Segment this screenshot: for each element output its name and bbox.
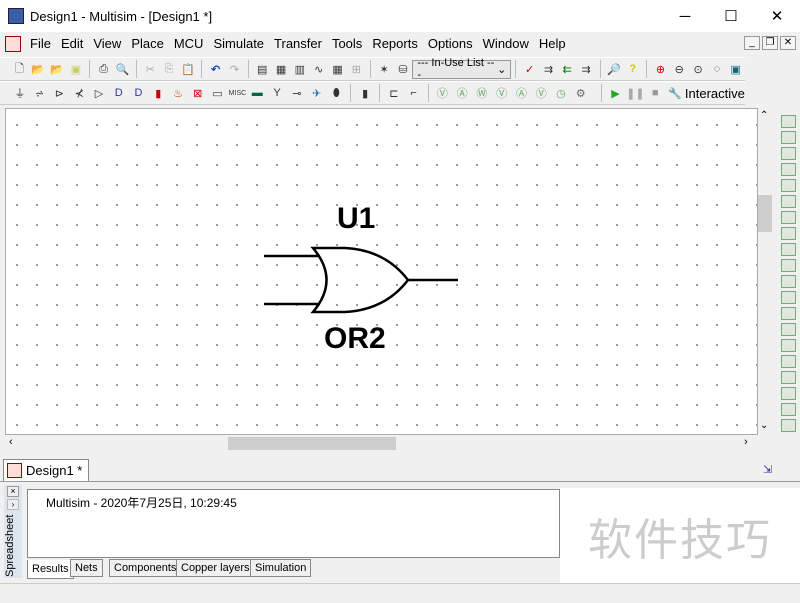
- or-gate-symbol[interactable]: [0, 0, 800, 460]
- agilent-oscilloscope-icon[interactable]: [780, 371, 796, 384]
- tab-label: Design1 *: [26, 463, 83, 478]
- results-pane: Multisim - 2020年7月25日, 10:29:45: [27, 489, 560, 558]
- scroll-up-icon[interactable]: ⌃: [760, 110, 768, 121]
- tab-menu-icon[interactable]: ⇲: [763, 463, 772, 476]
- agilent-multimeter-icon[interactable]: [780, 355, 796, 368]
- oscilloscope-icon[interactable]: [780, 163, 796, 176]
- component-reference[interactable]: U1: [337, 202, 375, 236]
- current-probe-icon[interactable]: [780, 419, 796, 432]
- tab-simulation[interactable]: Simulation: [250, 559, 312, 577]
- wattmeter-icon[interactable]: [780, 147, 796, 160]
- tab-components[interactable]: Components: [109, 559, 182, 577]
- tab-nets[interactable]: Nets: [70, 559, 103, 577]
- pin-panel-icon[interactable]: ›: [7, 499, 19, 510]
- schematic-icon: [7, 463, 22, 478]
- scroll-right-icon[interactable]: ›: [744, 436, 748, 448]
- iv-analyzer-icon[interactable]: [780, 275, 796, 288]
- spreadsheet-title: Spreadsheet: [4, 514, 16, 577]
- logic-analyzer-icon[interactable]: [780, 259, 796, 272]
- spectrum-analyzer-icon[interactable]: [780, 307, 796, 320]
- component-value[interactable]: OR2: [324, 322, 386, 356]
- close-panel-icon[interactable]: ×: [7, 486, 19, 497]
- four-channel-oscilloscope-icon[interactable]: [780, 179, 796, 192]
- vertical-scrollbar[interactable]: [758, 108, 775, 435]
- agilent-generator-icon[interactable]: [780, 339, 796, 352]
- instruments-toolbar: [778, 115, 798, 450]
- horizontal-scroll-thumb[interactable]: [228, 437, 396, 450]
- tab-results[interactable]: Results: [27, 560, 74, 579]
- scroll-down-icon[interactable]: ⌄: [760, 420, 768, 431]
- log-entry: Multisim - 2020年7月25日, 10:29:45: [46, 496, 237, 510]
- vertical-scroll-thumb[interactable]: [758, 195, 772, 232]
- multimeter-icon[interactable]: [780, 115, 796, 128]
- distortion-analyzer-icon[interactable]: [780, 291, 796, 304]
- function-generator-icon[interactable]: [780, 131, 796, 144]
- tektronix-oscilloscope-icon[interactable]: [780, 387, 796, 400]
- network-analyzer-icon[interactable]: [780, 323, 796, 336]
- watermark: 软件技巧: [560, 488, 800, 583]
- or-gate-body: [310, 246, 410, 314]
- tab-copper-layers[interactable]: Copper layers: [176, 559, 255, 577]
- labview-icon[interactable]: [780, 403, 796, 416]
- status-bar: [0, 583, 800, 603]
- tab-design1[interactable]: Design1 *: [3, 459, 90, 481]
- spreadsheet-dock-handle[interactable]: × › Spreadsheet: [4, 485, 22, 578]
- document-tab-bar: [0, 456, 800, 482]
- bode-plotter-icon[interactable]: [780, 195, 796, 208]
- scroll-left-icon[interactable]: ‹: [9, 436, 13, 448]
- word-generator-icon[interactable]: [780, 227, 796, 240]
- frequency-counter-icon[interactable]: [780, 211, 796, 224]
- logic-converter-icon[interactable]: [780, 243, 796, 256]
